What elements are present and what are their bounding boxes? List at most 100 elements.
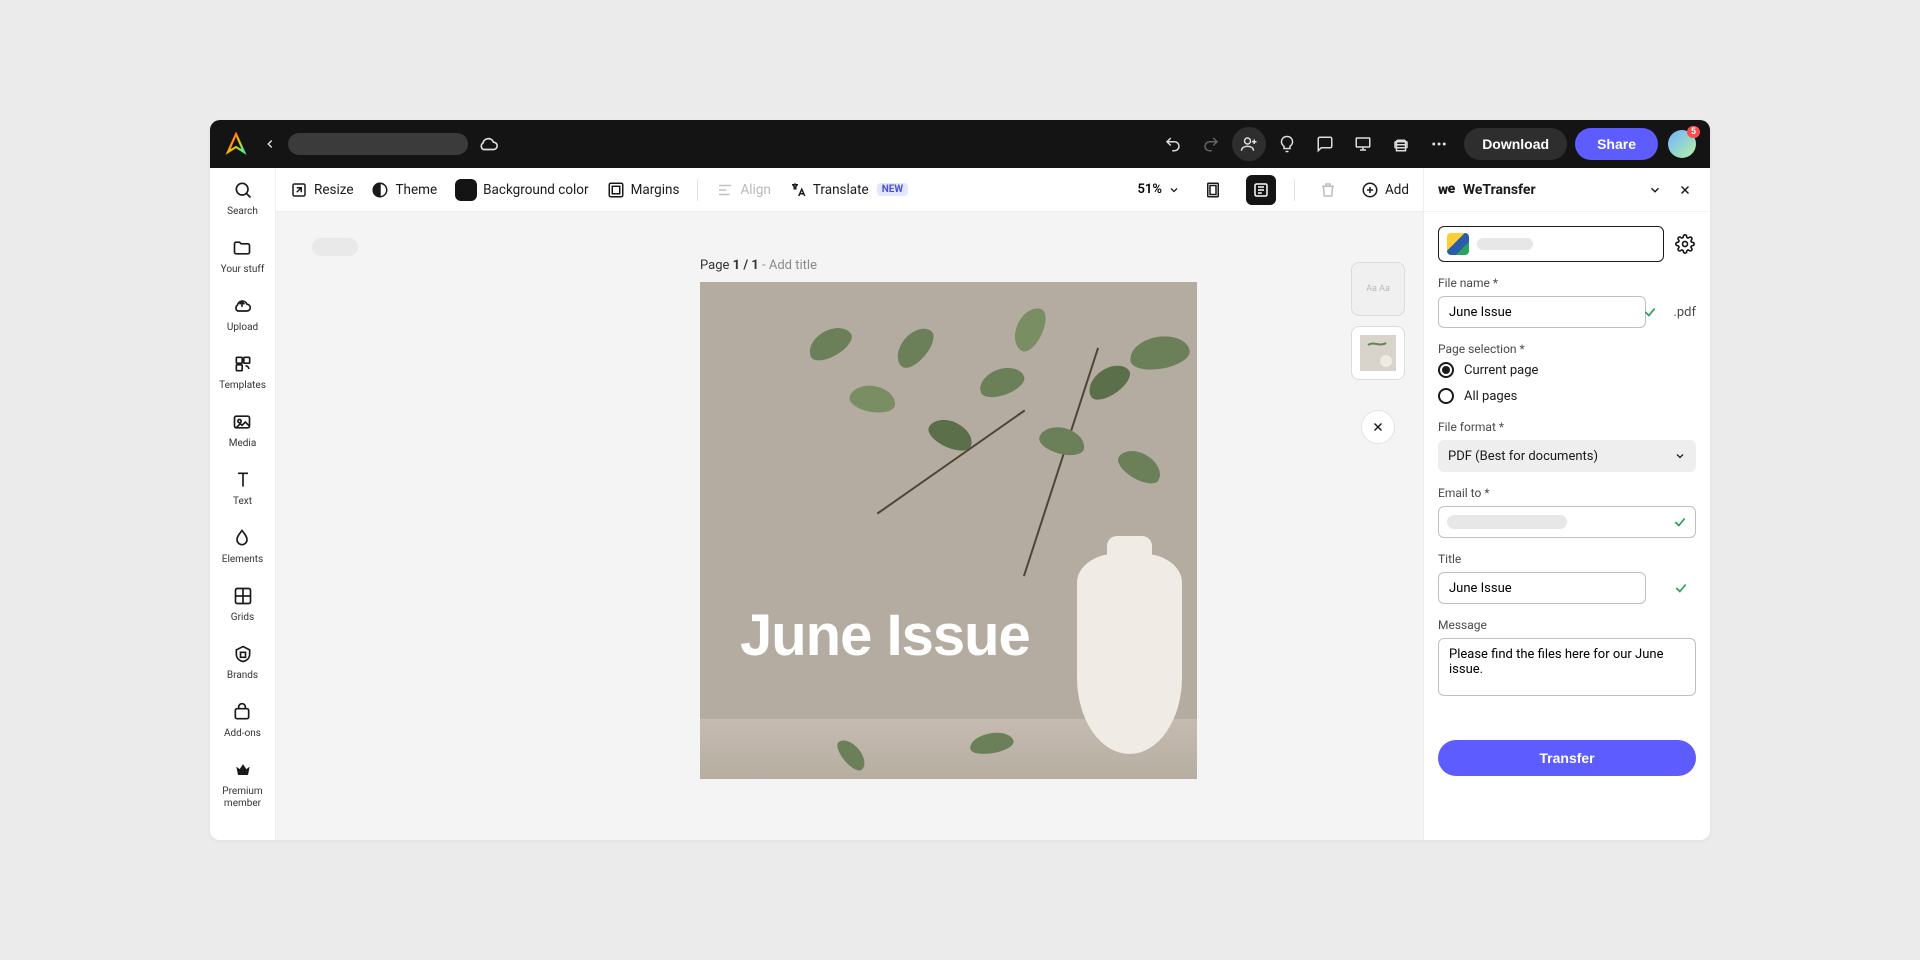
nav-addons[interactable]: Add-ons bbox=[224, 700, 261, 740]
delete-button[interactable] bbox=[1313, 175, 1343, 205]
zoom-value: 51% bbox=[1138, 182, 1162, 197]
cloud-sync-icon[interactable] bbox=[476, 132, 500, 156]
translate-tool[interactable]: Translate NEW bbox=[789, 181, 908, 199]
radio-label: Current page bbox=[1464, 363, 1538, 378]
nav-text[interactable]: Text bbox=[231, 468, 255, 508]
document-title-placeholder[interactable] bbox=[288, 133, 468, 155]
artwork-title-text[interactable]: June Issue bbox=[740, 602, 1030, 669]
page-label-suffix: - Add title bbox=[759, 258, 817, 273]
tb-label: Add bbox=[1385, 182, 1409, 198]
radio-current-page[interactable]: Current page bbox=[1438, 362, 1696, 378]
redo-icon[interactable] bbox=[1194, 127, 1228, 161]
nav-label: Elements bbox=[222, 554, 263, 566]
nav-upload[interactable]: Upload bbox=[227, 294, 258, 334]
account-select[interactable] bbox=[1438, 226, 1664, 262]
thumbnail-blank[interactable]: Aa Aa bbox=[1351, 262, 1405, 316]
context-toolbar: Resize Theme Background color Margins bbox=[276, 168, 1423, 212]
wetransfer-logo-icon: we bbox=[1438, 182, 1455, 198]
nav-label: Text bbox=[233, 496, 252, 508]
back-button[interactable] bbox=[258, 132, 282, 156]
artwork-leaf bbox=[1127, 332, 1192, 374]
resize-tool[interactable]: Resize bbox=[290, 181, 353, 199]
artwork-vase bbox=[1077, 554, 1182, 754]
margins-tool[interactable]: Margins bbox=[607, 181, 680, 199]
print-icon[interactable] bbox=[1384, 127, 1418, 161]
collapse-panel-button[interactable] bbox=[1644, 179, 1666, 201]
addons-icon bbox=[230, 700, 254, 724]
nav-premium[interactable]: Premium member bbox=[213, 758, 273, 810]
message-label: Message bbox=[1438, 618, 1696, 632]
grids-icon bbox=[231, 584, 255, 608]
wetransfer-panel: we WeTransfer File name bbox=[1423, 168, 1710, 840]
pages-view-button[interactable] bbox=[1198, 175, 1228, 205]
radio-all-pages[interactable]: All pages bbox=[1438, 388, 1696, 404]
bgcolor-swatch bbox=[455, 179, 477, 201]
nav-label: Add-ons bbox=[224, 728, 261, 740]
canvas-area[interactable]: Page 1 / 1 - Add title bbox=[276, 212, 1423, 840]
tb-label: Theme bbox=[395, 182, 437, 198]
select-value: PDF (Best for documents) bbox=[1448, 449, 1598, 464]
more-icon[interactable] bbox=[1422, 127, 1456, 161]
theme-tool[interactable]: Theme bbox=[371, 181, 437, 199]
file-format-select[interactable]: PDF (Best for documents) bbox=[1438, 440, 1696, 472]
title-label: Title bbox=[1438, 552, 1696, 566]
share-button[interactable]: Share bbox=[1575, 128, 1658, 160]
nav-media[interactable]: Media bbox=[229, 410, 257, 450]
media-icon bbox=[230, 410, 254, 434]
page-header[interactable]: Page 1 / 1 - Add title bbox=[700, 258, 817, 273]
design-canvas[interactable]: June Issue bbox=[700, 282, 1197, 779]
message-textarea[interactable] bbox=[1438, 638, 1696, 696]
elements-icon bbox=[230, 526, 254, 550]
email-to-input[interactable] bbox=[1438, 506, 1696, 538]
search-icon bbox=[231, 178, 255, 202]
nav-brands[interactable]: Brands bbox=[227, 642, 258, 682]
comment-icon[interactable] bbox=[1308, 127, 1342, 161]
nav-label: Premium member bbox=[213, 786, 273, 810]
templates-icon bbox=[231, 352, 255, 376]
file-name-label: File name bbox=[1438, 276, 1696, 290]
align-icon bbox=[716, 181, 734, 199]
artwork-branch bbox=[1023, 348, 1099, 577]
new-badge: NEW bbox=[877, 183, 908, 196]
brand-logo[interactable] bbox=[224, 132, 248, 156]
left-sidebar: Search Your stuff Upload Templates Media… bbox=[210, 168, 276, 840]
folder-icon bbox=[230, 236, 254, 260]
artwork-leaf bbox=[1114, 444, 1167, 490]
transfer-button[interactable]: Transfer bbox=[1438, 740, 1696, 776]
tb-label: Margins bbox=[631, 182, 680, 198]
upload-icon bbox=[230, 294, 254, 318]
brands-icon bbox=[231, 642, 255, 666]
radio-label: All pages bbox=[1464, 389, 1517, 404]
title-input[interactable] bbox=[1438, 572, 1646, 604]
nav-label: Templates bbox=[219, 380, 266, 392]
present-icon[interactable] bbox=[1346, 127, 1380, 161]
view-mode-button[interactable] bbox=[1246, 175, 1276, 205]
close-thumbnails-button[interactable] bbox=[1361, 410, 1395, 444]
bgcolor-tool[interactable]: Background color bbox=[455, 179, 588, 201]
settings-button[interactable] bbox=[1674, 233, 1696, 255]
file-name-input[interactable] bbox=[1438, 296, 1646, 328]
account-row bbox=[1438, 226, 1696, 262]
nav-your-stuff[interactable]: Your stuff bbox=[221, 236, 265, 276]
email-to-label: Email to bbox=[1438, 486, 1696, 500]
download-button[interactable]: Download bbox=[1464, 128, 1567, 160]
theme-icon bbox=[371, 181, 389, 199]
add-user-icon[interactable] bbox=[1232, 127, 1266, 161]
undo-icon[interactable] bbox=[1156, 127, 1190, 161]
nav-search[interactable]: Search bbox=[227, 178, 258, 218]
lightbulb-icon[interactable] bbox=[1270, 127, 1304, 161]
zoom-control[interactable]: 51% bbox=[1138, 182, 1180, 197]
artwork-leaf bbox=[976, 362, 1028, 402]
nav-grids[interactable]: Grids bbox=[231, 584, 255, 624]
toolbar-divider bbox=[1294, 179, 1295, 201]
nav-label: Search bbox=[227, 206, 258, 218]
close-panel-button[interactable] bbox=[1674, 179, 1696, 201]
thumbnail-page-1[interactable] bbox=[1351, 326, 1405, 380]
user-avatar[interactable]: 5 bbox=[1668, 130, 1696, 158]
nav-templates[interactable]: Templates bbox=[219, 352, 266, 392]
layer-indicator[interactable] bbox=[312, 238, 358, 256]
resize-icon bbox=[290, 181, 308, 199]
add-page-button[interactable]: Add bbox=[1361, 181, 1409, 199]
nav-elements[interactable]: Elements bbox=[222, 526, 263, 566]
check-icon bbox=[1673, 515, 1687, 529]
